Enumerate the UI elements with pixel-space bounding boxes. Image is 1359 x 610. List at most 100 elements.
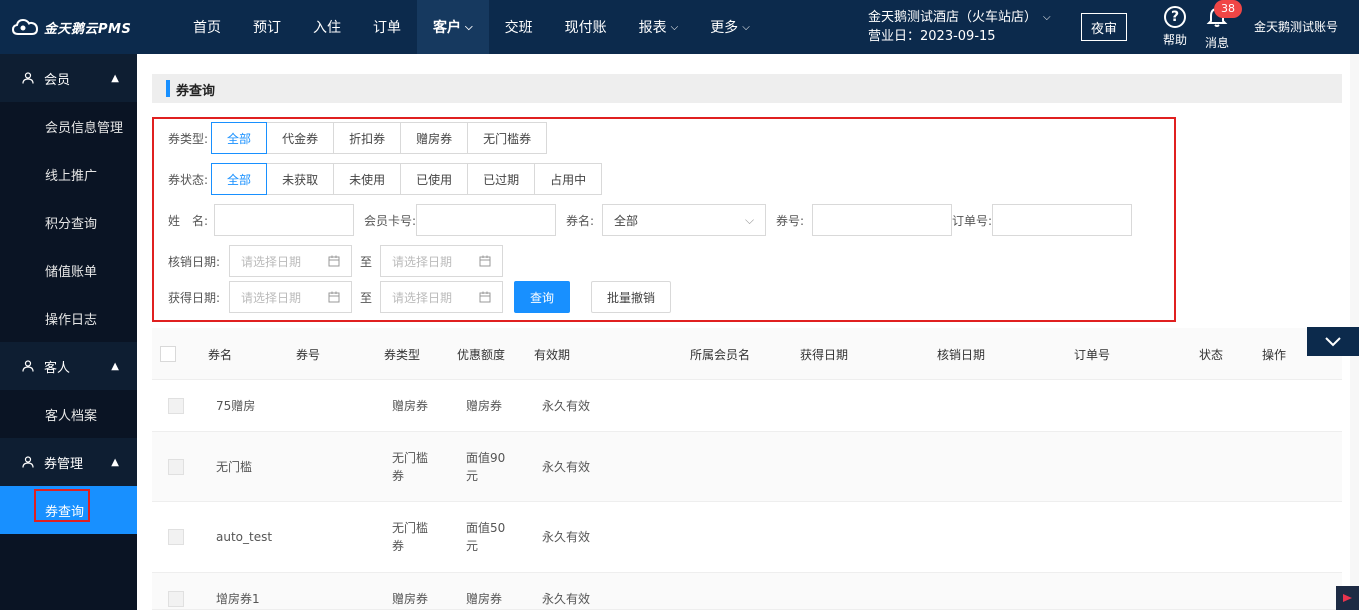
help-button[interactable]: ? 帮助 <box>1160 6 1190 48</box>
nav-label: 订单 <box>373 20 401 36</box>
nav-checkin[interactable]: 入住 <box>297 0 357 54</box>
page-title: 券查询 <box>176 84 216 99</box>
status-option-unused[interactable]: 未使用 <box>333 163 402 195</box>
chevron-down-icon: ⌵ <box>1043 12 1051 23</box>
search-fields-row: 姓 名: 会员卡号: 券名: 全部 ⌵ 券号: 订单号: <box>168 204 1133 236</box>
cell-coupon-type: 无门槛券 <box>392 451 429 483</box>
sidebar-group-label: 券管理 <box>44 456 84 472</box>
type-option-discount[interactable]: 折扣券 <box>333 122 402 154</box>
sidebar: 会员 ▲ 会员信息管理 线上推广 积分查询 储值账单 操作日志 客人 ▲ 客人档… <box>0 54 137 610</box>
messages-button[interactable]: 38 消息 <box>1202 0 1242 51</box>
cell-discount: 赠房券 <box>466 592 503 606</box>
select-all-checkbox[interactable] <box>160 346 176 362</box>
sidebar-group-guest[interactable]: 客人 ▲ <box>0 342 137 390</box>
verify-date-end[interactable]: 请选择日期 <box>380 245 504 277</box>
sidebar-group-coupon[interactable]: 券管理 ▲ <box>0 438 137 486</box>
nav-more[interactable]: 更多 ⌵ <box>694 0 766 54</box>
coupon-name-select[interactable]: 全部 ⌵ <box>602 204 767 236</box>
date-placeholder: 请选择日期 <box>241 254 302 269</box>
type-option-cash[interactable]: 代金券 <box>266 122 335 154</box>
verify-date-row: 核销日期: 请选择日期 至 请选择日期 <box>168 245 504 277</box>
col-discount: 优惠额度 <box>457 348 506 362</box>
batch-revoke-button[interactable]: 批量撤销 <box>591 281 672 313</box>
calendar-icon <box>479 291 491 303</box>
flag-icon <box>1343 594 1352 602</box>
sidebar-spacer <box>0 534 137 610</box>
table-header: 券名 券号 券类型 优惠额度 有效期 所属会员名 获得日期 核销日期 订单号 状… <box>152 328 1342 380</box>
night-audit-button[interactable]: 夜审 <box>1081 13 1127 41</box>
sidebar-item-member-info[interactable]: 会员信息管理 <box>0 102 137 150</box>
sidebar-item-op-log[interactable]: 操作日志 <box>0 294 137 342</box>
cell-coupon-type: 赠房券 <box>392 592 429 606</box>
nav-reports[interactable]: 报表 ⌵ <box>623 0 695 54</box>
coupon-type-label: 券类型: <box>168 131 209 146</box>
nav-customers[interactable]: 客户 ⌵ <box>417 0 489 54</box>
sidebar-item-online-promo[interactable]: 线上推广 <box>0 150 137 198</box>
table-row[interactable]: 增房券1 赠房券 赠房券 永久有效 <box>152 573 1342 610</box>
table-row[interactable]: 75赠房 赠房券 赠房券 永久有效 <box>152 380 1342 432</box>
nav-shift[interactable]: 交班 <box>489 0 549 54</box>
status-option-used[interactable]: 已使用 <box>400 163 469 195</box>
nav-booking[interactable]: 预订 <box>237 0 297 54</box>
nav-label: 入住 <box>313 20 341 36</box>
coupon-type-segment: 全部 代金券 折扣券 赠房券 无门槛券 <box>211 122 548 154</box>
to-label: 至 <box>360 254 373 269</box>
col-member-name: 所属会员名 <box>690 348 751 362</box>
coupon-type-row: 券类型: 全部 代金券 折扣券 赠房券 无门槛券 <box>168 122 548 154</box>
col-coupon-type: 券类型 <box>384 348 421 362</box>
obtain-date-end[interactable]: 请选择日期 <box>380 281 504 313</box>
nav-orders[interactable]: 订单 <box>357 0 417 54</box>
account-menu[interactable]: 金天鹅测试账号 <box>1254 18 1338 35</box>
nav-cash-account[interactable]: 现付账 <box>549 0 623 54</box>
cell-discount: 赠房券 <box>466 399 503 413</box>
title-accent <box>166 80 170 97</box>
table-row[interactable]: auto_test 无门槛券 面值50元 永久有效 <box>152 502 1342 573</box>
nav-label: 首页 <box>193 20 221 36</box>
type-option-free-room[interactable]: 赠房券 <box>400 122 469 154</box>
verify-date-start[interactable]: 请选择日期 <box>229 245 352 277</box>
floating-tool-icon[interactable] <box>1336 586 1359 610</box>
sidebar-group-member[interactable]: 会员 ▲ <box>0 54 137 102</box>
calendar-icon <box>328 291 340 303</box>
row-checkbox[interactable] <box>168 529 184 545</box>
coupon-number-input[interactable] <box>812 204 953 236</box>
top-bar: 金天鹅云PMS 首页 预订 入住 订单 客户 ⌵ 交班 现付账 报表 ⌵ 更多 ⌵ 金… <box>0 0 1359 54</box>
collapse-toggle-button[interactable] <box>1307 327 1359 356</box>
hotel-selector[interactable]: 金天鹅测试酒店（火车站店） ⌵ 营业日：2023-09-15 <box>868 8 1051 46</box>
app-logo[interactable]: 金天鹅云PMS <box>11 15 132 39</box>
card-number-input[interactable] <box>416 204 557 236</box>
col-coupon-no: 券号 <box>296 348 321 362</box>
logo-text: 金天鹅云PMS <box>44 21 132 37</box>
table-row[interactable]: 无门槛 无门槛券 面值90元 永久有效 <box>152 432 1342 502</box>
nav-label: 更多 <box>710 20 739 36</box>
cell-coupon-name: 75赠房 <box>216 399 256 413</box>
cell-validity: 永久有效 <box>542 530 591 544</box>
type-option-all[interactable]: 全部 <box>211 122 268 154</box>
row-checkbox[interactable] <box>168 459 184 475</box>
sidebar-group-label: 客人 <box>44 360 71 376</box>
cloud-logo-icon <box>11 18 39 36</box>
status-option-expired[interactable]: 已过期 <box>467 163 536 195</box>
col-status: 状态 <box>1199 348 1224 362</box>
row-checkbox[interactable] <box>168 398 184 414</box>
name-label: 姓 名: <box>168 213 209 228</box>
status-option-occupied[interactable]: 占用中 <box>534 163 603 195</box>
sidebar-group-label: 会员 <box>44 72 71 88</box>
name-input[interactable] <box>214 204 354 236</box>
sidebar-item-stored-value[interactable]: 储值账单 <box>0 246 137 294</box>
status-option-all[interactable]: 全部 <box>211 163 268 195</box>
chevron-up-icon: ▲ <box>111 360 119 372</box>
nav-home[interactable]: 首页 <box>177 0 237 54</box>
order-number-input[interactable] <box>992 204 1133 236</box>
status-option-unobtained[interactable]: 未获取 <box>266 163 335 195</box>
question-circle-icon: ? <box>1164 6 1186 28</box>
obtain-date-start[interactable]: 请选择日期 <box>229 281 352 313</box>
sidebar-item-coupon-query[interactable]: 券查询 <box>0 486 137 534</box>
sidebar-item-guest-profile[interactable]: 客人档案 <box>0 390 137 438</box>
row-checkbox[interactable] <box>168 591 184 607</box>
sidebar-item-points[interactable]: 积分查询 <box>0 198 137 246</box>
chevron-up-icon: ▲ <box>111 456 119 468</box>
type-option-no-threshold[interactable]: 无门槛券 <box>467 122 548 154</box>
obtain-date-row: 获得日期: 请选择日期 至 请选择日期 查询 批量撤销 <box>168 281 672 313</box>
search-button[interactable]: 查询 <box>514 281 571 313</box>
